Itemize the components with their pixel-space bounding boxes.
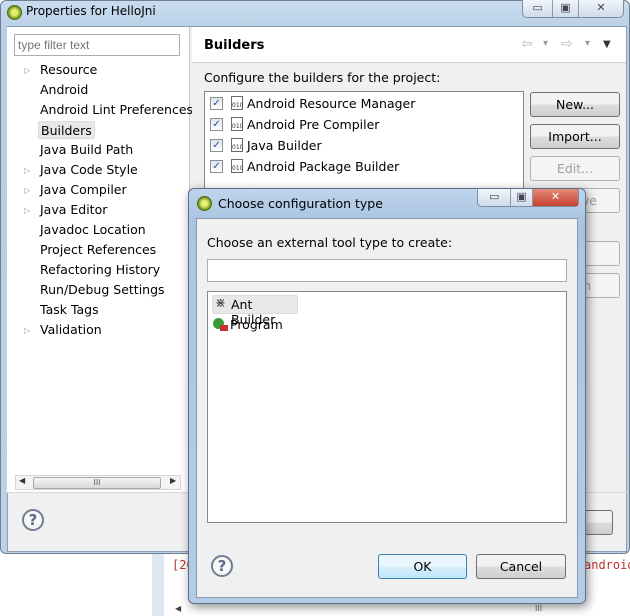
sidebar-item[interactable]: Validation xyxy=(38,321,104,339)
page-title: Builders xyxy=(204,38,265,53)
expand-icon[interactable]: ▷ xyxy=(24,326,30,335)
forward-icon[interactable]: ⇨ xyxy=(561,36,573,52)
back-icon[interactable]: ⇦ xyxy=(521,36,533,52)
builders-description: Configure the builders for the project: xyxy=(204,70,441,85)
builder-label: Java Builder xyxy=(247,138,322,153)
back-dropdown-icon[interactable]: ▾ xyxy=(543,38,548,49)
builder-row[interactable]: ✓ 010 Android Resource Manager xyxy=(210,96,510,114)
type-filter-input[interactable] xyxy=(207,259,567,282)
sidebar-item[interactable]: Resource xyxy=(38,61,99,79)
view-menu-icon[interactable]: ▼ xyxy=(603,39,611,50)
builder-icon: 010 xyxy=(231,159,243,173)
checkbox[interactable]: ✓ xyxy=(210,160,223,173)
dialog-close-icon[interactable]: ✕ xyxy=(532,189,578,206)
builder-icon: 010 xyxy=(231,117,243,131)
sidebar-item[interactable]: Project References xyxy=(38,241,158,259)
sidebar-item[interactable]: Android xyxy=(38,81,90,99)
maximize-icon[interactable]: ▣ xyxy=(553,0,579,17)
dialog-title: Choose configuration type xyxy=(218,196,383,211)
builder-label: Android Resource Manager xyxy=(247,96,416,111)
edit-button[interactable]: Edit... xyxy=(530,156,620,181)
sidebar-scrollbar[interactable]: ◀ III ▶ xyxy=(15,475,181,490)
eclipse-logo-icon xyxy=(7,5,22,20)
console-scroll-thumb[interactable]: III xyxy=(535,604,542,613)
close-icon[interactable]: ✕ xyxy=(579,0,623,17)
sidebar-item[interactable]: Java Editor xyxy=(38,201,109,219)
list-item-program[interactable]: Program xyxy=(212,316,298,335)
sidebar-item[interactable]: Refactoring History xyxy=(38,261,162,279)
sidebar-item[interactable]: Java Build Path xyxy=(38,141,135,159)
forward-dropdown-icon[interactable]: ▾ xyxy=(585,38,590,49)
sidebar-item[interactable]: Android Lint Preferences xyxy=(38,101,195,119)
sidebar-item[interactable]: Run/Debug Settings xyxy=(38,281,167,299)
builder-label: Android Package Builder xyxy=(247,159,400,174)
choose-configuration-dialog: Choose configuration type ▭ ▣ ✕ Choose a… xyxy=(188,188,586,604)
sidebar-item[interactable]: Builders xyxy=(38,121,95,139)
expand-icon[interactable]: ▷ xyxy=(24,186,30,195)
builder-icon: 010 xyxy=(231,96,243,110)
dialog-maximize-icon[interactable]: ▣ xyxy=(511,189,533,206)
scroll-right-icon[interactable]: ▶ xyxy=(170,476,176,485)
checkbox[interactable]: ✓ xyxy=(210,139,223,152)
minimize-icon[interactable]: ▭ xyxy=(523,0,553,17)
sidebar-item[interactable]: Task Tags xyxy=(38,301,101,319)
builder-icon: 010 xyxy=(231,138,243,152)
eclipse-logo-icon xyxy=(197,196,212,211)
dialog-minimize-icon[interactable]: ▭ xyxy=(478,189,512,206)
scroll-left-icon[interactable]: ◀ xyxy=(19,476,25,485)
expand-icon[interactable]: ▷ xyxy=(24,66,30,75)
checkbox[interactable]: ✓ xyxy=(210,97,223,110)
dialog-prompt: Choose an external tool type to create: xyxy=(207,235,453,250)
builder-row[interactable]: ✓ 010 Android Package Builder xyxy=(210,159,510,177)
console-text-right: android xyxy=(584,558,630,572)
scroll-thumb[interactable]: III xyxy=(33,477,161,489)
sidebar-item[interactable]: Java Code Style xyxy=(38,161,140,179)
import-button[interactable]: Import... xyxy=(530,124,620,149)
list-item-ant-builder[interactable]: ⋇ Ant Builder xyxy=(212,295,298,327)
new-button[interactable]: New... xyxy=(530,92,620,117)
dialog-help-icon[interactable]: ? xyxy=(211,555,233,577)
ant-icon: ⋇ xyxy=(215,296,226,311)
checkbox[interactable]: ✓ xyxy=(210,118,223,131)
expand-icon[interactable]: ▷ xyxy=(24,166,30,175)
console-scroll-left-icon[interactable]: ◀ xyxy=(175,604,181,613)
builder-row[interactable]: ✓ 010 Java Builder xyxy=(210,138,510,156)
ok-button[interactable]: OK xyxy=(378,554,467,579)
builder-label: Android Pre Compiler xyxy=(247,117,380,132)
sidebar xyxy=(7,27,190,492)
builder-row[interactable]: ✓ 010 Android Pre Compiler xyxy=(210,117,510,135)
expand-icon[interactable]: ▷ xyxy=(24,206,30,215)
window-title: Properties for HelloJni xyxy=(26,4,156,18)
sidebar-item[interactable]: Javadoc Location xyxy=(38,221,148,239)
sidebar-item[interactable]: Java Compiler xyxy=(38,181,129,199)
help-icon[interactable]: ? xyxy=(22,509,44,531)
cancel-button[interactable]: Cancel xyxy=(476,554,566,579)
filter-input[interactable] xyxy=(14,34,180,56)
